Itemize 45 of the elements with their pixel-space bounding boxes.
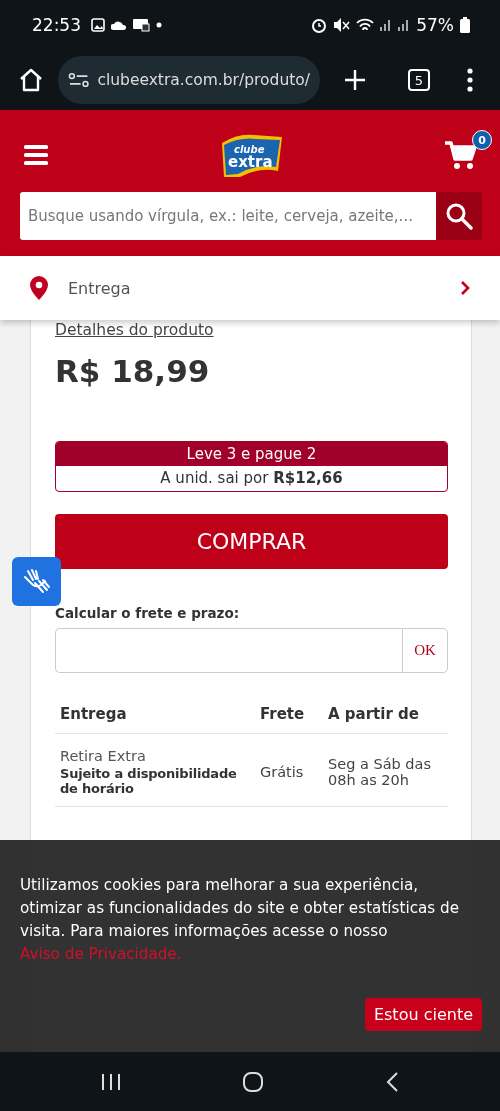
delivery-schedule: Seg a Sáb das 08h as 20h: [328, 756, 432, 788]
promotion-title: Leve 3 e pague 2: [56, 442, 447, 466]
delivery-note: Sujeito a disponibilidade de horário: [60, 766, 238, 796]
product-details-link[interactable]: Detalhes do produto: [55, 321, 214, 339]
status-time: 22:53: [32, 15, 81, 35]
url-text: clubeextra.com.br/produto/: [97, 71, 310, 89]
cart-count-badge: 0: [472, 130, 492, 150]
delivery-location-selector[interactable]: Entrega: [0, 256, 500, 320]
battery-icon: [460, 17, 470, 33]
address-bar[interactable]: clubeextra.com.br/produto/: [58, 56, 320, 104]
image-icon: [91, 18, 105, 32]
recent-apps-icon: [100, 1072, 121, 1091]
search-field[interactable]: Busque usando vírgula, ex.: leite, cerveja, azeite,...: [20, 192, 436, 240]
delivery-type: Retira Extra: [60, 748, 147, 764]
shipping-price: Grátis: [260, 764, 305, 780]
voicemail-icon: [133, 18, 150, 32]
back-icon: [385, 1070, 400, 1093]
search-icon: [445, 202, 473, 230]
location-pin-icon: [30, 276, 48, 300]
column-header: Frete: [255, 699, 323, 734]
chevron-right-icon: [460, 280, 470, 296]
signal-icon: [380, 19, 393, 31]
column-header: A partir de: [323, 699, 448, 734]
cloud-icon: [111, 20, 127, 30]
battery-percent: 57%: [416, 15, 454, 35]
alarm-icon: [311, 17, 328, 33]
accept-cookies-button[interactable]: Estou ciente: [364, 998, 482, 1031]
site-settings-icon[interactable]: [68, 71, 90, 89]
tab-count-button[interactable]: 5: [408, 69, 430, 91]
column-header: Entrega: [55, 699, 255, 734]
dot-icon: [156, 22, 162, 28]
search-button[interactable]: [436, 192, 482, 240]
buy-button[interactable]: COMPRAR: [55, 514, 448, 569]
ok-button[interactable]: OK: [402, 628, 448, 673]
product-price: R$ 18,99: [55, 353, 211, 391]
more-options-icon: [466, 68, 474, 92]
cookie-notice-text: Utilizamos cookies para melhorar a sua experiência, otimizar as funcionalidades do site e obter estatísticas de visita. Para maiores informações acesse o nosso Aviso de Privacidade.: [20, 875, 461, 965]
mute-icon: [333, 18, 351, 32]
signal-icon: [398, 19, 411, 31]
unit-price-text: A unid. sai por R$12,66: [159, 468, 344, 489]
shipping-label: Calcular o frete e prazo:: [55, 605, 241, 621]
wifi-icon: [356, 18, 375, 32]
home-icon: [242, 1070, 264, 1093]
sign-language-button[interactable]: [12, 557, 61, 606]
postal-code-field[interactable]: [55, 628, 402, 673]
